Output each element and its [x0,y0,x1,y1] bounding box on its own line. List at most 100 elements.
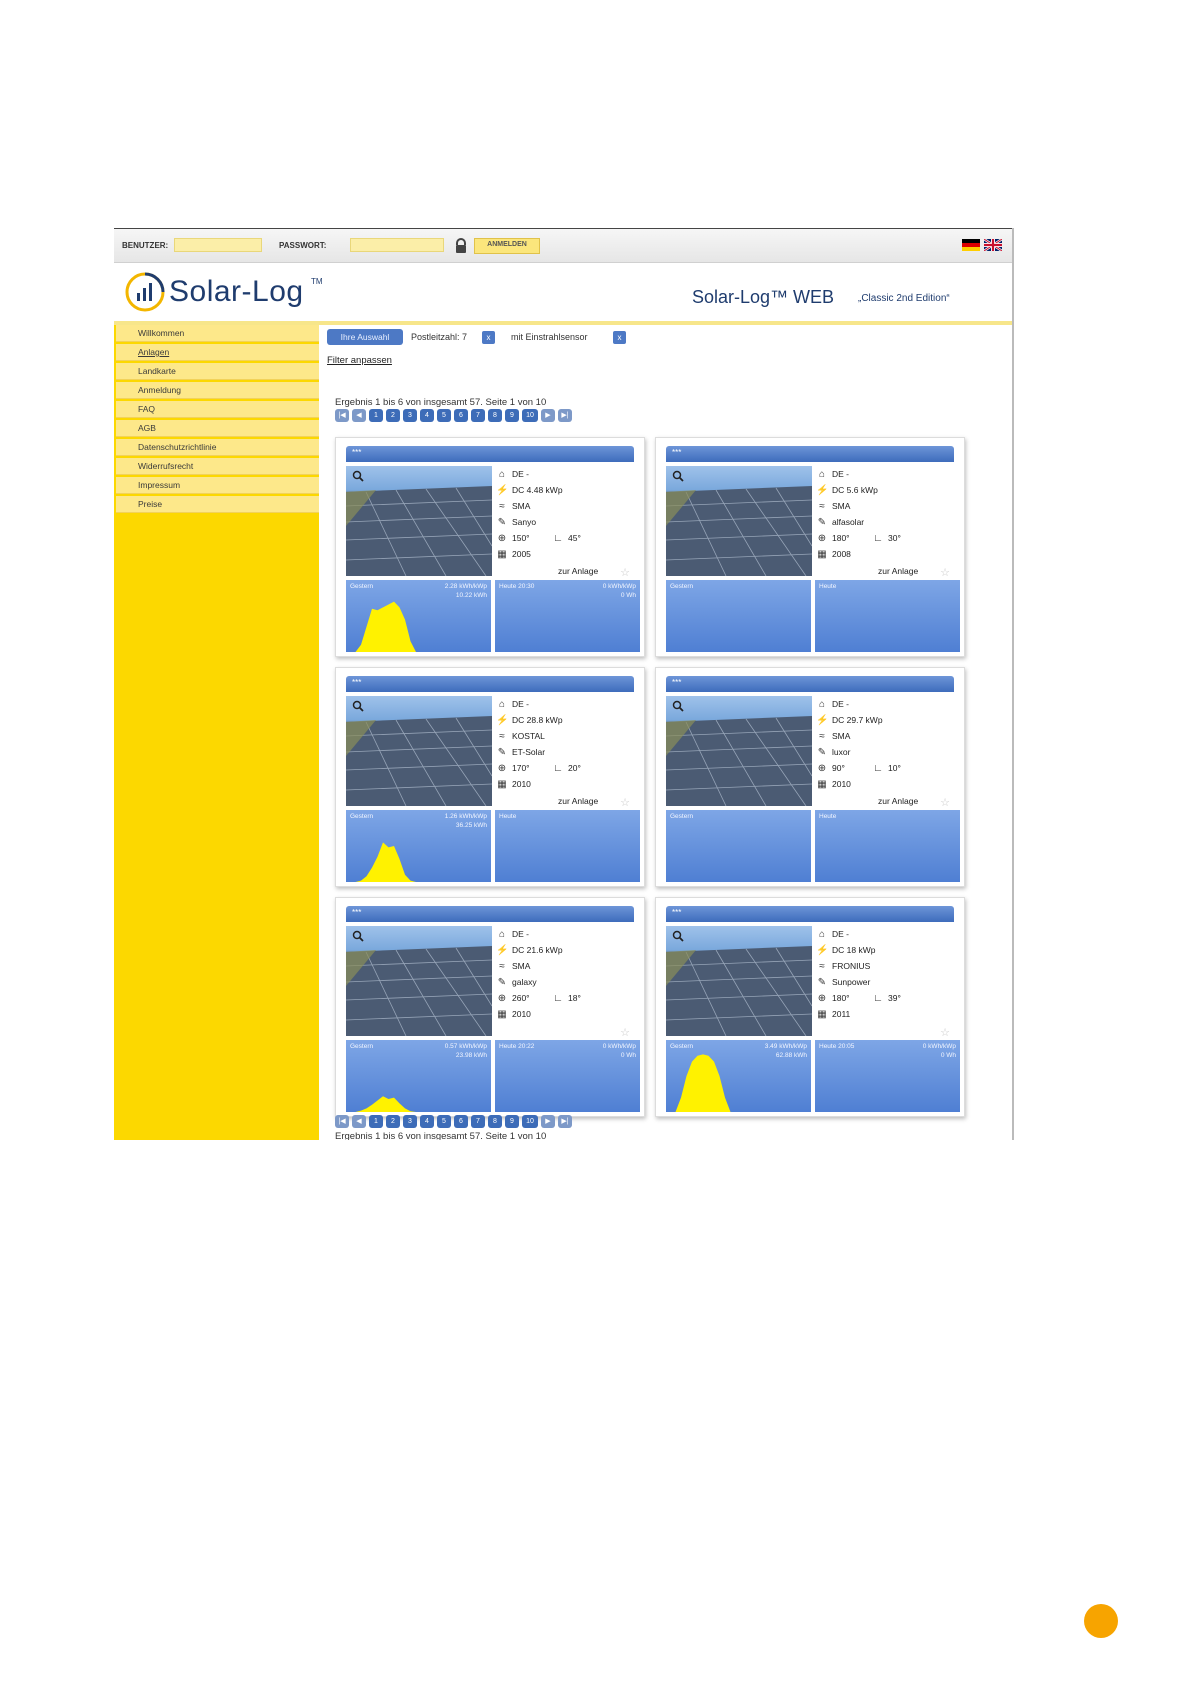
yesterday-curve [666,580,811,652]
page-button[interactable]: 4 [420,1115,434,1128]
lightning-icon: ⚡ [816,945,829,956]
password-input[interactable] [350,238,444,252]
nav-item-anmeldung[interactable]: Anmeldung [116,382,319,399]
card-title[interactable]: *** [346,906,634,922]
favorite-star-icon[interactable]: ☆ [940,1026,950,1039]
solar-panel-image [346,486,492,576]
page-button[interactable]: 6 [454,1115,468,1128]
german-flag-icon[interactable] [962,239,980,251]
zoom-icon[interactable] [672,470,684,482]
page-button[interactable]: 3 [403,1115,417,1128]
nav-item-anlagen[interactable]: Anlagen [116,344,319,361]
nav-item-willkommen[interactable]: Willkommen [116,325,319,342]
plant-photo[interactable] [346,696,492,806]
favorite-star-icon[interactable]: ☆ [940,796,950,809]
uk-flag-icon[interactable] [984,239,1002,251]
plant-info: ⌂ DE - ⚡ DC 29.7 kWp ≈ SMA ✎ luxor ⊕ 90° ∟ 10°… [816,696,956,792]
plant-photo[interactable] [666,696,812,806]
zoom-icon[interactable] [352,700,364,712]
yesterday-total-yield: 62.88 kWh [775,1052,807,1059]
plant-tilt: 39° [888,993,901,1003]
page-button[interactable]: 7 [471,1115,485,1128]
next-page-button[interactable]: ▶ [541,409,555,422]
page-button[interactable]: 2 [386,409,400,422]
favorite-star-icon[interactable]: ☆ [940,566,950,579]
nav-item-impressum[interactable]: Impressum [116,477,319,494]
card-title[interactable]: *** [666,906,954,922]
pager-bottom: |◀ ◀ 1 2 3 4 5 6 7 8 9 10 ▶ ▶| [335,1115,572,1128]
card-title[interactable]: *** [666,446,954,462]
yesterday-panel: Gestern 2.28 kWh/kWp 10.22 kWh [346,580,491,652]
yesterday-values: 3.49 kWh/kWp 62.88 kWh [765,1042,807,1060]
nav-item-landkarte[interactable]: Landkarte [116,363,319,380]
nav-item-datenschutz[interactable]: Datenschutzrichtlinie [116,439,319,456]
remove-sensor-button[interactable]: x [613,331,626,344]
tilt-icon: ∟ [553,533,563,544]
page-button[interactable]: 7 [471,409,485,422]
plant-photo[interactable] [346,466,492,576]
nav-item-preise[interactable]: Preise [116,496,319,513]
zoom-icon[interactable] [672,700,684,712]
nav-item-agb[interactable]: AGB [116,420,319,437]
prev-page-button[interactable]: ◀ [352,409,366,422]
page-button[interactable]: 1 [369,1115,383,1128]
screenshot-frame: BENUTZER: PASSWORT: ANMELDEN Solar-Log T… [114,228,1014,1140]
card-title[interactable]: *** [346,446,634,462]
plant-inverter: SMA [832,501,851,511]
page-button[interactable]: 1 [369,409,383,422]
zoom-icon[interactable] [352,930,364,942]
page-button[interactable]: 4 [420,409,434,422]
first-page-button[interactable]: |◀ [335,409,349,422]
sensor-filter: mit Einstrahlsensor [511,332,588,342]
first-page-button[interactable]: |◀ [335,1115,349,1128]
next-page-button[interactable]: ▶ [541,1115,555,1128]
plant-info: ⌂ DE - ⚡ DC 28.8 kWp ≈ KOSTAL ✎ ET-Solar ⊕ 17… [496,696,636,792]
nav-item-faq[interactable]: FAQ [116,401,319,418]
page-button[interactable]: 8 [488,409,502,422]
user-input[interactable] [174,238,262,252]
plant-link[interactable]: zur Anlage [878,796,918,806]
favorite-star-icon[interactable]: ☆ [620,796,630,809]
page-button[interactable]: 5 [437,1115,451,1128]
compass-icon: ⊕ [497,993,507,1004]
login-bar: BENUTZER: PASSWORT: ANMELDEN [114,229,1012,263]
plant-link[interactable]: zur Anlage [878,566,918,576]
logo-trademark: TM [311,277,323,286]
page-button[interactable]: 2 [386,1115,400,1128]
page-button[interactable]: 6 [454,409,468,422]
plant-azimuth: 150° [512,533,530,543]
filter-adjust-link[interactable]: Filter anpassen [327,355,392,366]
plant-link[interactable]: zur Anlage [558,566,598,576]
page-button[interactable]: 9 [505,409,519,422]
zoom-icon[interactable] [672,930,684,942]
remove-postcode-button[interactable]: x [482,331,495,344]
today-values: 0 kWh/kWp 0 Wh [603,582,636,600]
yesterday-curve [666,810,811,882]
plant-photo[interactable] [666,926,812,1036]
favorite-star-icon[interactable]: ☆ [620,566,630,579]
favorite-star-icon[interactable]: ☆ [620,1026,630,1039]
plant-photo[interactable] [346,926,492,1036]
selection-chip[interactable]: Ihre Auswahl [327,329,403,345]
prev-page-button[interactable]: ◀ [352,1115,366,1128]
plant-link[interactable]: zur Anlage [558,796,598,806]
login-button[interactable]: ANMELDEN [474,238,540,254]
plant-module: ET-Solar [512,747,546,757]
nav-item-widerrufsrecht[interactable]: Widerrufsrecht [116,458,319,475]
page-button[interactable]: 5 [437,409,451,422]
card-title[interactable]: *** [666,676,954,692]
inverter-icon: ≈ [499,961,505,972]
page-button[interactable]: 8 [488,1115,502,1128]
last-page-button[interactable]: ▶| [558,409,572,422]
zoom-icon[interactable] [352,470,364,482]
page-button[interactable]: 9 [505,1115,519,1128]
plant-photo[interactable] [666,466,812,576]
page-button[interactable]: 10 [522,409,538,422]
plant-module: galaxy [512,977,537,987]
today-label: Heute [819,583,837,590]
last-page-button[interactable]: ▶| [558,1115,572,1128]
solar-log-logo-icon[interactable] [124,271,166,313]
card-title[interactable]: *** [346,676,634,692]
page-button[interactable]: 3 [403,409,417,422]
page-button[interactable]: 10 [522,1115,538,1128]
